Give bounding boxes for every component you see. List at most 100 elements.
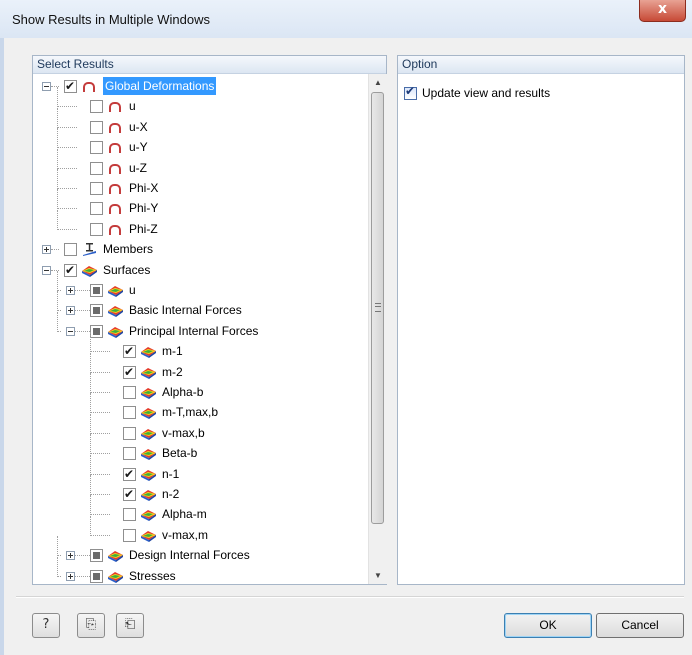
expand-icon[interactable]: [66, 551, 75, 561]
tree-node-checkbox[interactable]: [90, 161, 103, 175]
expand-icon[interactable]: [66, 571, 75, 581]
tree-connector: [90, 371, 110, 374]
surface-icon: [108, 571, 123, 583]
option-header: Option: [398, 56, 684, 74]
tree-connector: [57, 556, 59, 577]
tree-node-checkbox[interactable]: [90, 182, 103, 195]
close-button[interactable]: x: [639, 0, 686, 22]
tree-node[interactable]: u-X: [33, 107, 368, 136]
tree-connector: [57, 271, 59, 291]
tree-connector: [57, 107, 59, 128]
surface-icon: [141, 347, 156, 359]
select-results-header: Select Results: [33, 56, 386, 74]
tree-node[interactable]: n-2: [33, 475, 368, 503]
tree-node[interactable]: Principal Internal Forces: [33, 311, 368, 340]
tree-node-checkbox[interactable]: [123, 485, 136, 503]
collapse-icon[interactable]: [66, 326, 75, 336]
tree-node-checkbox[interactable]: [64, 243, 77, 257]
member-icon: [83, 243, 96, 257]
ok-button[interactable]: OK: [504, 613, 592, 638]
tree-node-checkbox[interactable]: [64, 261, 77, 279]
help-icon: ?: [42, 617, 50, 632]
tree-node-checkbox[interactable]: [90, 549, 103, 563]
tree-node-checkbox[interactable]: [90, 202, 103, 216]
tree-node[interactable]: v-max,m: [33, 515, 368, 544]
scroll-down-arrow-icon[interactable]: ▼: [369, 567, 387, 584]
tree-connector: [51, 249, 59, 251]
tree-node[interactable]: Stresses: [33, 556, 368, 584]
window-frame-left: [0, 38, 4, 655]
tree-node-checkbox[interactable]: [64, 77, 77, 95]
tree-node-label: Phi-Y: [129, 201, 159, 216]
tree-node-checkbox[interactable]: [90, 100, 103, 114]
tree-node[interactable]: u: [33, 87, 368, 115]
tree-node[interactable]: Design Internal Forces: [33, 536, 368, 564]
expand-icon[interactable]: [66, 306, 75, 316]
collapse-icon[interactable]: [42, 265, 51, 275]
tree-node[interactable]: Alpha-b: [33, 373, 368, 401]
tree-node-checkbox[interactable]: [123, 528, 136, 542]
copy-button[interactable]: ⎘: [77, 613, 105, 638]
tree-node[interactable]: Basic Internal Forces: [33, 291, 368, 319]
tree-node-checkbox[interactable]: [123, 342, 136, 360]
tree-connector: [90, 515, 92, 536]
update-view-checkbox[interactable]: [404, 84, 417, 100]
tree-node[interactable]: Members: [33, 240, 368, 258]
tree-connector: [90, 454, 92, 475]
tree-node[interactable]: Phi-Z: [33, 209, 368, 238]
tree-node[interactable]: Beta-b: [33, 434, 368, 462]
tree-connector: [90, 393, 92, 414]
tree-connector: [90, 494, 110, 496]
tree-scrollbar[interactable]: ▲ ▼: [368, 74, 387, 584]
tree-node[interactable]: Phi-Y: [33, 189, 368, 217]
tree-connector: [57, 167, 77, 170]
tree-node-checkbox[interactable]: [90, 284, 103, 297]
tree-node-checkbox[interactable]: [123, 386, 136, 399]
tree-node-checkbox[interactable]: [123, 465, 136, 483]
tree-node-label: n-1: [162, 466, 180, 481]
footer-divider: [16, 596, 684, 598]
surface-icon: [108, 286, 123, 297]
tree-node[interactable]: m-1: [33, 332, 368, 360]
tree-node-checkbox[interactable]: [123, 363, 136, 381]
help-button[interactable]: ?: [32, 613, 60, 638]
tree-node[interactable]: m-T,max,b: [33, 393, 368, 421]
tree-node[interactable]: Alpha-m: [33, 495, 368, 523]
cancel-button[interactable]: Cancel: [596, 613, 684, 638]
paste-button[interactable]: ⎗: [116, 613, 144, 638]
tree-node[interactable]: u: [33, 271, 368, 299]
tree-node-checkbox[interactable]: [123, 406, 136, 420]
tree-node[interactable]: u-Y: [33, 128, 368, 156]
tree-node-label: n-2: [162, 487, 180, 501]
paste-icon: ⎗: [124, 617, 136, 632]
scrollbar-thumb[interactable]: [371, 92, 384, 524]
tree-connector: [90, 453, 110, 455]
tree-node[interactable]: m-2: [33, 352, 368, 381]
tree-connector: [90, 534, 110, 537]
tree-node[interactable]: Phi-X: [33, 169, 368, 197]
tree-node[interactable]: Surfaces: [33, 261, 368, 279]
expand-icon[interactable]: [66, 286, 75, 295]
tree-node-checkbox[interactable]: [123, 508, 136, 522]
tree-node-checkbox[interactable]: [123, 426, 136, 440]
tree-node-checkbox[interactable]: [123, 447, 136, 461]
tree-node-checkbox[interactable]: [90, 120, 103, 134]
surface-icon: [141, 428, 156, 440]
tree-node-label: Principal Internal Forces: [129, 323, 259, 338]
tree-node[interactable]: n-1: [33, 454, 368, 483]
tree-connector: [90, 412, 110, 414]
scroll-up-arrow-icon[interactable]: ▲: [369, 74, 387, 91]
tree-node[interactable]: v-max,b: [33, 413, 368, 442]
collapse-icon[interactable]: [42, 82, 51, 91]
tree-node-label: Phi-X: [129, 181, 159, 195]
tree-node[interactable]: u-Z: [33, 148, 368, 177]
tree-node-checkbox[interactable]: [90, 141, 103, 155]
tree-node[interactable]: Global Deformations: [33, 77, 368, 95]
tree-node-label: Surfaces: [103, 262, 151, 277]
tree-connector: [90, 475, 92, 495]
expand-icon[interactable]: [42, 245, 51, 255]
tree-node-checkbox[interactable]: [90, 222, 103, 236]
tree-node-checkbox[interactable]: [90, 569, 103, 583]
deformation-icon: [109, 102, 121, 113]
tree-node-checkbox[interactable]: [90, 304, 103, 318]
